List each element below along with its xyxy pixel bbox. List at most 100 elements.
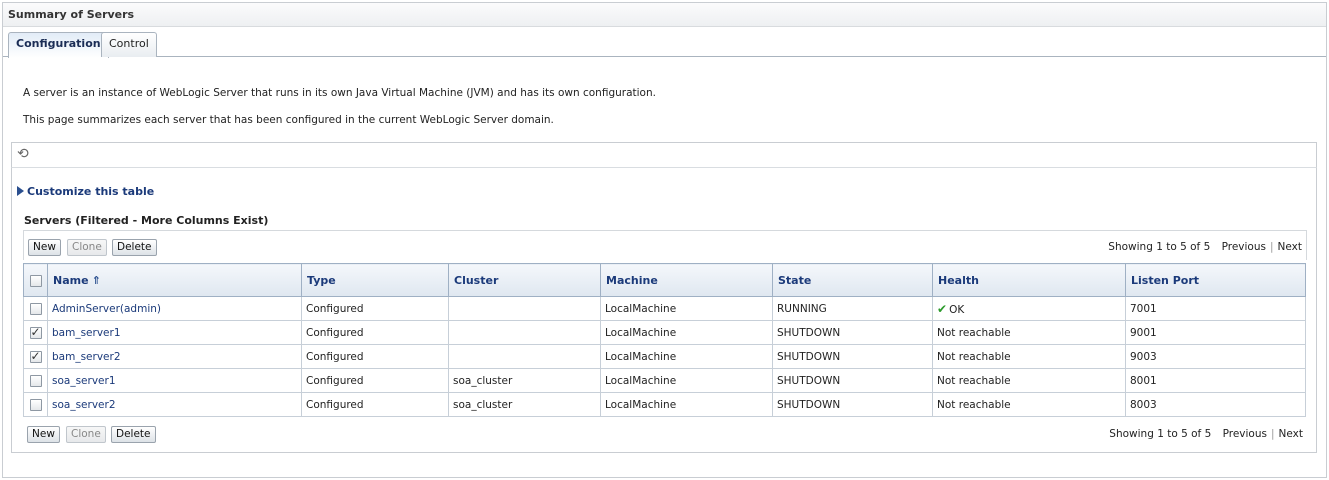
pager-bottom: Showing 1 to 5 of 5 Previous | Next [1109,428,1303,440]
cell-health: Not reachable [932,368,1126,393]
health-text: Not reachable [937,350,1011,363]
cell-listen-port: 9003 [1125,344,1306,369]
column-header-state[interactable]: State [772,263,933,297]
cell-state: SHUTDOWN [772,344,933,369]
table-toolbar-bottom: New Clone Delete Showing 1 to 5 of 5 Pre… [23,418,1307,448]
column-header-name[interactable]: Name ⇑ [47,263,302,297]
refresh-bar: ⟲ [11,142,1317,167]
customize-label: Customize this table [27,185,155,198]
server-name-link[interactable]: AdminServer(admin) [52,303,161,315]
cell-machine: LocalMachine [600,344,773,369]
page-title: Summary of Servers [3,3,1326,27]
table-row: bam_server1 Configured LocalMachineSHUTDOW… [23,320,1306,345]
column-header-machine[interactable]: Machine [600,263,773,297]
cell-health: ✔ OK [932,296,1126,321]
column-header-listen-port[interactable]: Listen Port [1125,263,1306,297]
cell-cluster [448,296,601,321]
column-header-cluster[interactable]: Cluster [448,263,601,297]
cell-state: SHUTDOWN [772,368,933,393]
delete-button[interactable]: Delete [111,426,156,443]
pager-showing: Showing 1 to 5 of 5 [1109,428,1212,440]
cell-cluster: soa_cluster [448,368,601,393]
row-checkbox[interactable] [29,325,42,339]
row-select-cell [23,392,48,417]
clone-button[interactable]: Clone [66,426,106,443]
pager-top: Showing 1 to 5 of 5 Previous | Next [1108,241,1302,253]
health-text: OK [949,303,965,316]
sort-ascending-icon[interactable]: ⇑ [92,274,101,287]
cell-name: bam_server1 [47,320,302,345]
cell-name: soa_server1 [47,368,302,393]
health-text: Not reachable [937,398,1011,411]
select-all-cell [23,263,48,297]
cell-machine: LocalMachine [600,320,773,345]
pager-next[interactable]: Next [1278,241,1302,253]
row-select-cell [23,296,48,321]
cell-machine: LocalMachine [600,296,773,321]
cell-type: Configured [301,296,449,321]
table-row: AdminServer(admin) Configured LocalMachine… [23,296,1306,321]
cell-machine: LocalMachine [600,368,773,393]
cell-machine: LocalMachine [600,392,773,417]
pager-showing: Showing 1 to 5 of 5 [1108,241,1211,253]
cell-state: SHUTDOWN [772,392,933,417]
health-text: Not reachable [937,374,1011,387]
server-name-link[interactable]: bam_server2 [52,351,121,363]
servers-table: Name ⇑ Type Cluster Machine State Health … [23,263,1306,417]
table-row: soa_server1 Configured soa_cluster LocalMac… [23,368,1306,393]
cell-health: Not reachable [932,392,1126,417]
tab-configuration[interactable]: Configuration [8,32,109,58]
new-button[interactable]: New [27,426,60,443]
column-header-health[interactable]: Health [932,263,1126,297]
cell-cluster: soa_cluster [448,392,601,417]
customize-table-link[interactable]: Customize this table [17,185,154,198]
cell-name: soa_server2 [47,392,302,417]
pager-separator: | [1269,241,1274,253]
row-checkbox[interactable] [29,374,42,387]
row-select-cell [23,368,48,393]
servers-table-title: Servers (Filtered - More Columns Exist) [24,214,269,227]
pager-next[interactable]: Next [1279,428,1303,440]
intro-text-1: A server is an instance of WebLogic Serv… [23,87,656,99]
select-all-checkbox[interactable] [29,274,42,287]
tab-bar: Configuration Control [3,27,1326,58]
table-row: bam_server2 Configured LocalMachineSHUTDOW… [23,344,1306,369]
health-text: Not reachable [937,326,1011,339]
cell-listen-port: 8001 [1125,368,1306,393]
row-checkbox[interactable] [29,349,42,363]
pager-previous[interactable]: Previous [1223,428,1267,440]
row-checkbox[interactable] [29,302,42,315]
row-select-cell [23,320,48,345]
pager-previous[interactable]: Previous [1222,241,1266,253]
row-select-cell [23,344,48,369]
pager-separator: | [1270,428,1275,440]
cell-type: Configured [301,344,449,369]
table-header-row: Name ⇑ Type Cluster Machine State Health … [23,263,1306,297]
cell-type: Configured [301,368,449,393]
column-header-type[interactable]: Type [301,263,449,297]
cell-name: AdminServer(admin) [47,296,302,321]
cell-name: bam_server2 [47,344,302,369]
cell-state: SHUTDOWN [772,320,933,345]
table-toolbar-top: New Clone Delete Showing 1 to 5 of 5 Pre… [23,230,1307,260]
column-name-label: Name [53,273,89,287]
row-checkbox[interactable] [29,398,42,411]
server-name-link[interactable]: soa_server2 [52,399,116,411]
clone-button[interactable]: Clone [67,239,107,256]
checkmark-icon: ✔ [937,301,948,316]
cell-cluster [448,320,601,345]
expand-triangle-icon [17,186,24,196]
tab-control[interactable]: Control [101,32,157,57]
table-row: soa_server2 Configured soa_cluster LocalMac… [23,392,1306,417]
refresh-icon[interactable]: ⟲ [17,146,29,162]
servers-table-region: Customize this table Servers (Filtered -… [11,167,1317,453]
cell-health: Not reachable [932,344,1126,369]
cell-health: Not reachable [932,320,1126,345]
delete-button[interactable]: Delete [112,239,157,256]
cell-listen-port: 9001 [1125,320,1306,345]
server-name-link[interactable]: soa_server1 [52,375,116,387]
server-name-link[interactable]: bam_server1 [52,327,121,339]
cell-cluster [448,344,601,369]
new-button[interactable]: New [28,239,61,256]
cell-listen-port: 8003 [1125,392,1306,417]
